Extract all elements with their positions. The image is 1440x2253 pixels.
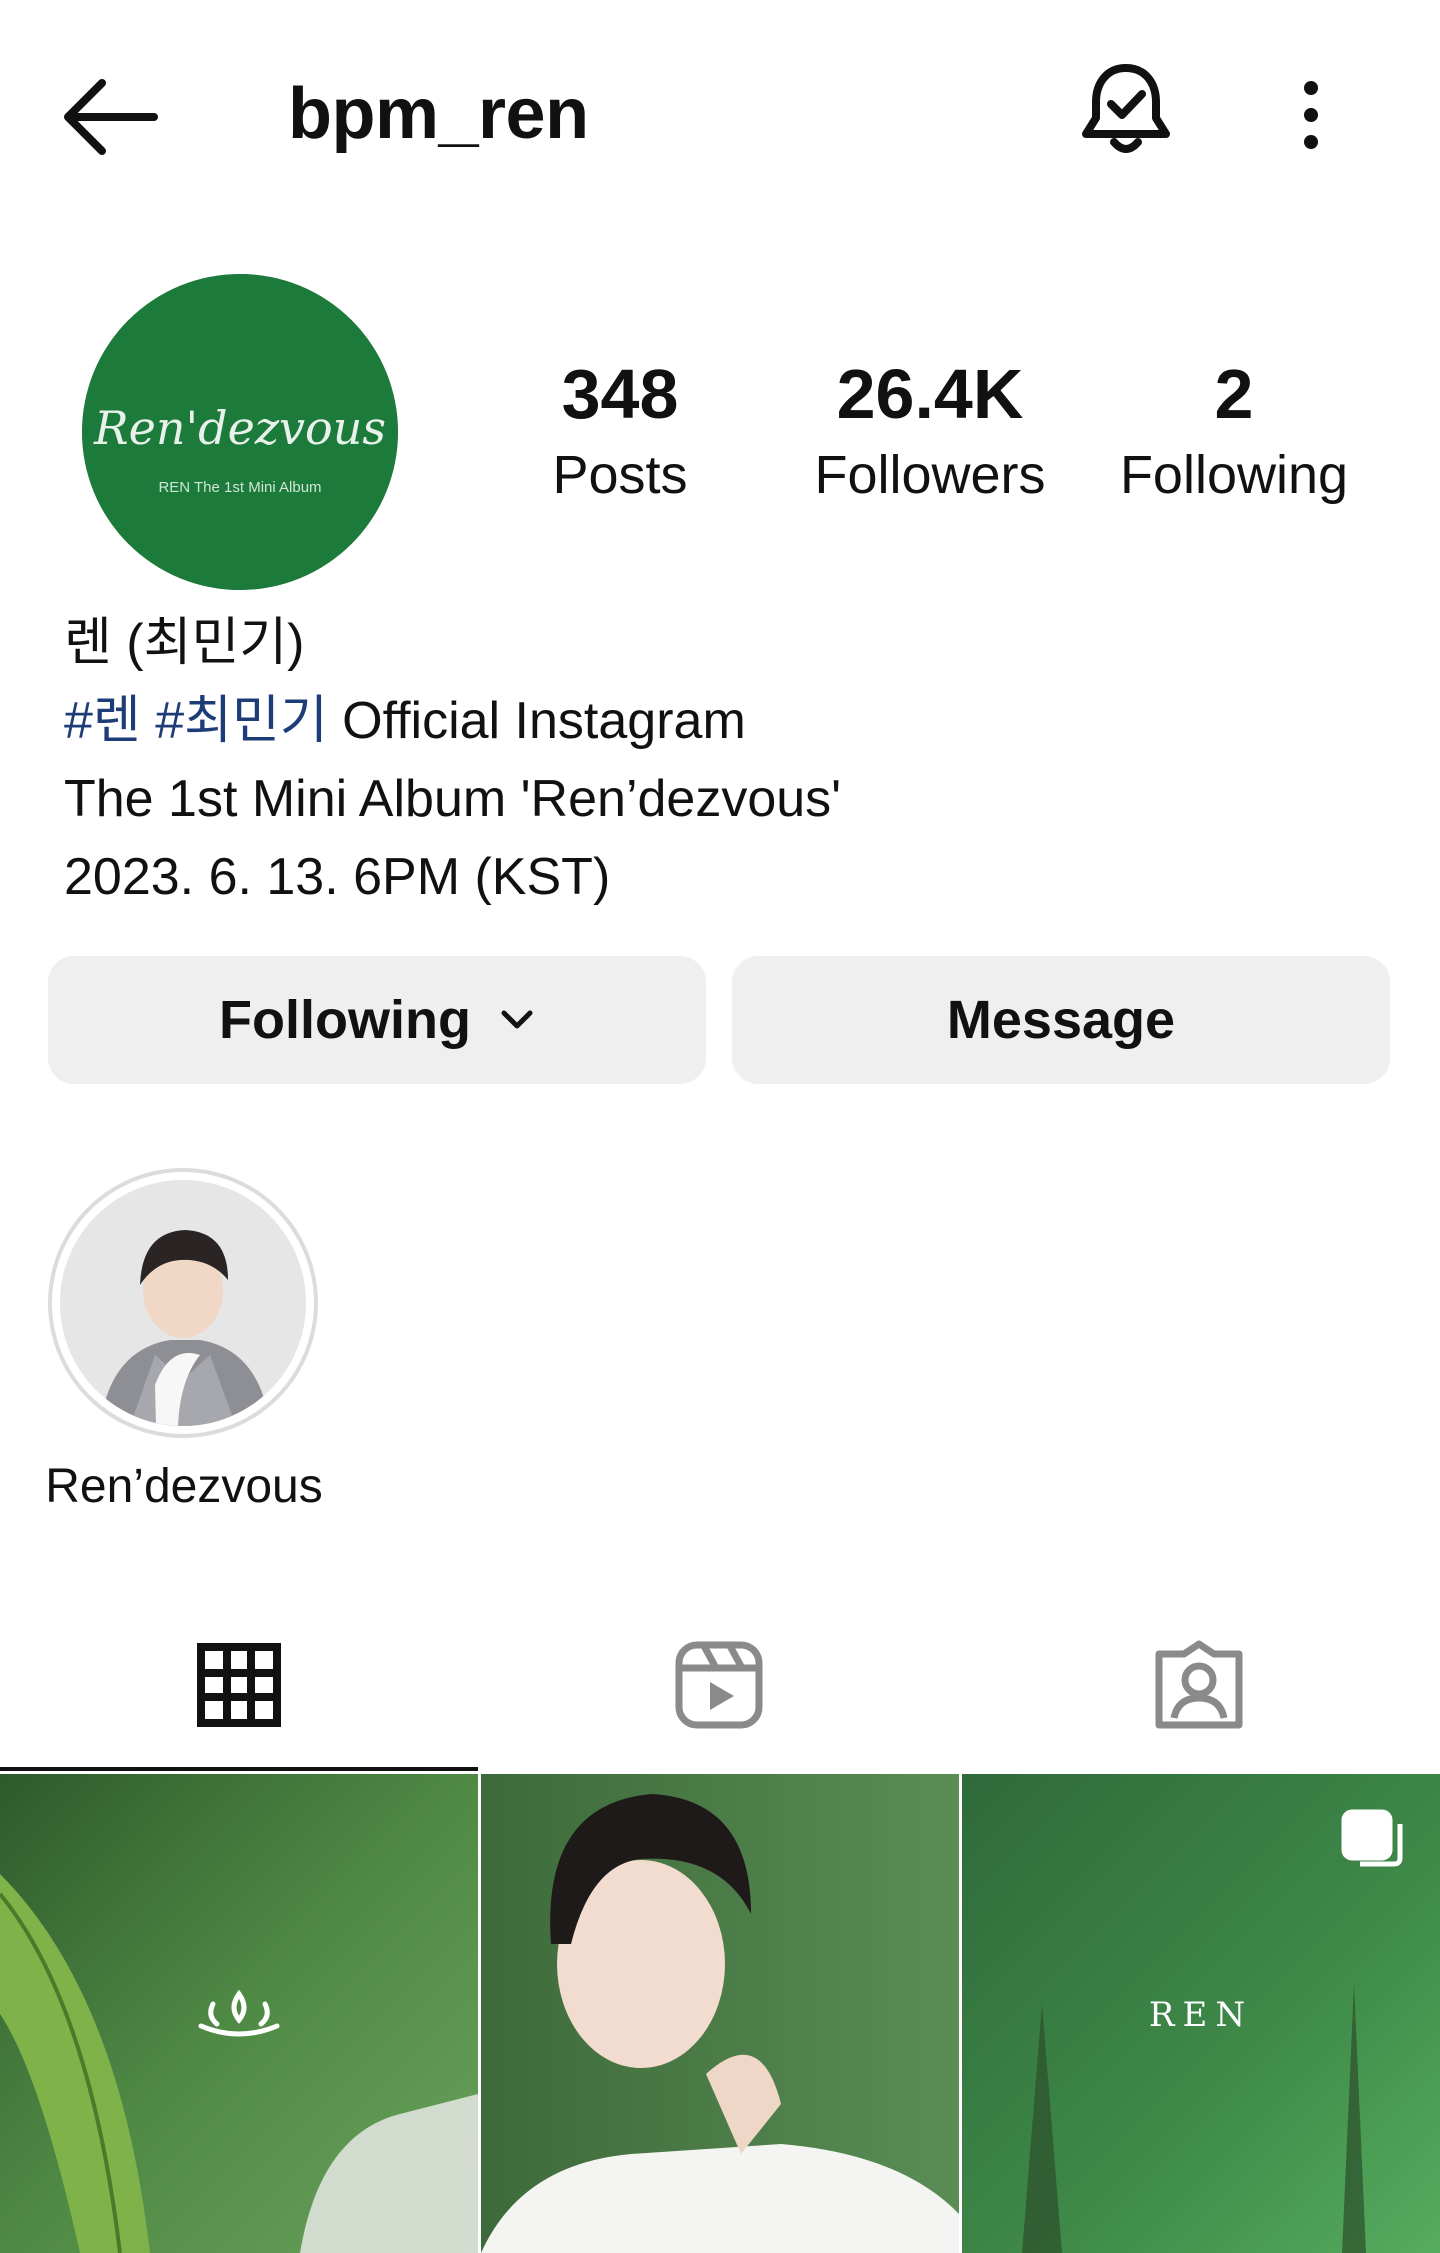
arrow-left-icon [64,79,158,155]
profile-avatar[interactable]: Ren'dezvous REN The 1st Mini Album [82,274,398,590]
message-button-label: Message [946,990,1176,1050]
tab-reels[interactable] [480,1600,958,1770]
highlight-cover-image [60,1180,306,1426]
post-overlay-text: REN [1149,1995,1253,2035]
more-options-button[interactable] [1286,70,1336,160]
hashtag-link[interactable]: #렌 [64,692,141,750]
profile-name: 렌 (최민기) [64,614,305,672]
chevron-down-icon [501,1010,533,1029]
bio-text: Official Instagram [327,692,746,750]
reels-icon [675,1641,763,1729]
stat-posts[interactable]: 348 Posts [520,352,720,510]
following-label: Following [1119,445,1349,505]
back-button[interactable] [58,72,162,162]
avatar-sub-text: REN The 1st Mini Album [158,479,321,496]
message-button[interactable]: Message [732,956,1390,1084]
profile-bio: 렌 (최민기) #렌 #최민기 Official Instagram The 1… [64,604,841,916]
stat-followers[interactable]: 26.4K Followers [790,352,1070,510]
profile-username: bpm_ren [288,74,589,154]
followers-label: Followers [814,445,1046,505]
bell-check-icon [1082,64,1170,153]
grid-post[interactable]: REN [962,1774,1440,2253]
vertical-dots-icon [1304,81,1318,149]
following-count: 2 [1214,355,1254,433]
tab-tagged[interactable] [960,1600,1438,1770]
posts-count: 348 [561,355,679,433]
posts-label: Posts [552,445,688,505]
tab-posts-grid[interactable] [0,1600,478,1770]
grid-post[interactable] [481,1774,959,2253]
following-button[interactable]: Following [48,956,706,1084]
bio-line-hashtags: #렌 #최민기 Official Instagram [64,682,841,760]
highlight-label: Ren’dezvous [45,1460,323,1513]
hashtag-link[interactable]: #최민기 [155,692,327,750]
active-tab-indicator [0,1767,478,1771]
story-highlight[interactable] [48,1168,318,1438]
notifications-button[interactable] [1074,58,1178,162]
grid-post[interactable] [0,1774,478,2253]
bio-date-line: 2023. 6. 13. 6PM (KST) [64,848,611,906]
stat-following[interactable]: 2 Following [1104,352,1364,510]
following-button-label: Following [219,990,471,1050]
grid-icon [197,1643,281,1727]
avatar-logo-text: Ren'dezvous [93,401,386,455]
tagged-person-icon [1155,1640,1243,1729]
followers-count: 26.4K [836,355,1024,433]
bio-album-line: The 1st Mini Album 'Ren’dezvous' [64,770,842,828]
